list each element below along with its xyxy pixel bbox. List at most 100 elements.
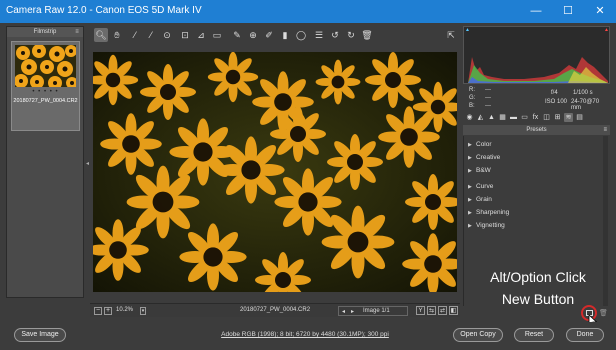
- preferences-tool-icon[interactable]: ☰: [312, 28, 326, 42]
- expand-arrow-icon: ▶: [468, 168, 472, 174]
- g-value: ---: [485, 95, 491, 101]
- toolbar: 🔍︎ ✋︎ ⁄ ⁄ ⊙ ⊡ ⊿ ▭ ✎ ⊕ ✐ ▮ ◯ ☰ ↺ ↻ 🗑︎ ⇱: [90, 26, 460, 44]
- shutter-value: 1/100 s: [573, 90, 593, 96]
- preset-group-color[interactable]: ▶ Color: [468, 139, 598, 150]
- filmstrip-thumbnail[interactable]: • • • • • 20180727_PW_0004.CR2: [11, 41, 80, 131]
- presets-title: Presets: [526, 127, 547, 133]
- hsl-tab-icon[interactable]: ▦: [498, 113, 507, 122]
- trash-tool-icon[interactable]: 🗑︎: [360, 28, 374, 42]
- panel-tabs: ◉ ◭ ▲ ▦ ▬ ▭ fx ◫ ⊞ ≋ ▤: [463, 112, 610, 124]
- preset-group-sharpening[interactable]: ▶ Sharpening: [468, 207, 598, 218]
- basic-tab-icon[interactable]: ◉: [465, 113, 474, 122]
- crop-tool-icon[interactable]: ⊡: [178, 28, 192, 42]
- next-image-icon[interactable]: ▸: [351, 308, 354, 315]
- red-eye-tool-icon[interactable]: ⊕: [246, 28, 260, 42]
- rotate-left-tool-icon[interactable]: ↺: [328, 28, 342, 42]
- camera-info: R: --- G: --- B: --- f/4 1/100 s ISO 100…: [463, 84, 610, 111]
- lens-value: 24-70@70 mm: [571, 99, 600, 111]
- preview-image[interactable]: [93, 52, 457, 292]
- presets-tab-icon[interactable]: ≋: [564, 113, 573, 122]
- workflow-options-link[interactable]: Adobe RGB (1998); 8 bit; 6720 by 4480 (3…: [215, 331, 395, 338]
- filmstrip-menu-icon[interactable]: ≡: [73, 28, 81, 36]
- expand-arrow-icon: ▶: [468, 210, 472, 216]
- annotation-line-1: Alt/Option Click: [490, 269, 586, 285]
- zoom-dropdown-icon[interactable]: ▾: [140, 307, 146, 315]
- presets-scrollbar[interactable]: [603, 136, 608, 306]
- expand-arrow-icon: ▶: [468, 155, 472, 161]
- straighten-tool-icon[interactable]: ⊿: [194, 28, 208, 42]
- white-balance-tool-icon[interactable]: ⁄: [128, 28, 142, 42]
- title-bar: Camera Raw 12.0 - Canon EOS 5D Mark IV —…: [0, 0, 616, 23]
- filmstrip-panel: Filmstrip ≡ • • • • • 20180727_PW_0004.C…: [6, 26, 84, 298]
- transform-tool-icon[interactable]: ▭: [210, 28, 224, 42]
- radial-filter-tool-icon[interactable]: ◯: [294, 28, 308, 42]
- preset-group-grain[interactable]: ▶ Grain: [468, 194, 598, 205]
- preset-group-curve[interactable]: ▶ Curve: [468, 181, 598, 192]
- zoom-in-button[interactable]: +: [104, 307, 112, 315]
- color-sampler-tool-icon[interactable]: ⁄: [144, 28, 158, 42]
- transform-tab-icon[interactable]: ⊞: [553, 113, 562, 122]
- filmstrip-header: Filmstrip: [7, 27, 83, 37]
- expand-arrow-icon: ▶: [468, 197, 472, 203]
- toggle-before-after-icon[interactable]: Y: [416, 306, 425, 315]
- close-button[interactable]: ✕: [584, 0, 616, 23]
- minimize-button[interactable]: —: [520, 0, 552, 23]
- preset-group-vignetting[interactable]: ▶ Vignetting: [468, 220, 598, 231]
- preset-group-creative[interactable]: ▶ Creative: [468, 152, 598, 163]
- highlight-clipping-icon[interactable]: ▲: [604, 28, 609, 33]
- thumbnail-filename: 20180727_PW_0004.CR2: [13, 98, 78, 104]
- snapshots-tab-icon[interactable]: ▤: [575, 113, 584, 122]
- graduated-filter-tool-icon[interactable]: ▮: [278, 28, 292, 42]
- hand-tool-icon[interactable]: ✋︎: [110, 28, 124, 42]
- presets-header: Presets ≡: [463, 125, 610, 135]
- swap-settings-icon[interactable]: ⇆: [427, 306, 436, 315]
- r-value: ---: [485, 87, 491, 93]
- tone-curve-tab-icon[interactable]: ◭: [476, 113, 485, 122]
- current-filename: 20180727_PW_0004.CR2: [240, 307, 311, 313]
- aperture-value: f/4: [551, 90, 558, 96]
- iso-value: ISO 100: [545, 99, 568, 105]
- expand-arrow-icon: ▶: [468, 223, 472, 229]
- copy-settings-icon[interactable]: ⇄: [438, 306, 447, 315]
- calibration-tab-icon[interactable]: ◫: [542, 113, 551, 122]
- zoom-tool-icon[interactable]: 🔍︎: [94, 28, 108, 42]
- preview-status-bar: − + 10.2% ▾ 20180727_PW_0004.CR2 ◂ ▸ Ima…: [90, 303, 460, 317]
- open-copy-button[interactable]: Open Copy: [453, 328, 503, 342]
- r-label: R:: [469, 87, 475, 93]
- effects-tab-icon[interactable]: fx: [531, 113, 540, 122]
- delete-preset-icon[interactable]: 🗑︎: [599, 309, 608, 318]
- bottom-bar: Save Image Adobe RGB (1998); 8 bit; 6720…: [0, 322, 616, 350]
- expand-arrow-icon: ▶: [468, 142, 472, 148]
- g-label: G:: [469, 95, 476, 101]
- targeted-adjustment-tool-icon[interactable]: ⊙: [160, 28, 174, 42]
- b-label: B:: [469, 103, 475, 109]
- window-title: Camera Raw 12.0 - Canon EOS 5D Mark IV: [6, 5, 202, 16]
- b-value: ---: [485, 103, 491, 109]
- image-navigator: ◂ ▸ Image 1/1: [338, 306, 408, 316]
- thumbnail-image: [15, 45, 76, 87]
- detail-tab-icon[interactable]: ▲: [487, 113, 496, 122]
- toggle-settings-icon[interactable]: ◧: [449, 306, 458, 315]
- histogram: ▲ ▲: [463, 26, 610, 84]
- rotate-right-tool-icon[interactable]: ↻: [344, 28, 358, 42]
- preview-area: [90, 46, 460, 300]
- fullscreen-icon[interactable]: ⇱: [444, 28, 458, 42]
- zoom-out-button[interactable]: −: [94, 307, 102, 315]
- presets-menu-icon[interactable]: ≡: [603, 125, 607, 135]
- expand-arrow-icon: ▶: [468, 184, 472, 190]
- shadow-clipping-icon[interactable]: ▲: [465, 28, 470, 33]
- maximize-button[interactable]: ☐: [552, 0, 584, 23]
- prev-image-icon[interactable]: ◂: [342, 308, 345, 315]
- done-button[interactable]: Done: [566, 328, 604, 342]
- annotation-text: Alt/Option Click New Button: [473, 266, 603, 310]
- save-image-button[interactable]: Save Image: [14, 328, 66, 342]
- zoom-level: 10.2%: [116, 307, 134, 313]
- reset-button[interactable]: Reset: [514, 328, 554, 342]
- spot-removal-tool-icon[interactable]: ✎: [230, 28, 244, 42]
- lens-corrections-tab-icon[interactable]: ▭: [520, 113, 529, 122]
- preset-group-bw[interactable]: ▶ B&W: [468, 165, 598, 176]
- image-counter: Image 1/1: [363, 308, 390, 314]
- split-toning-tab-icon[interactable]: ▬: [509, 113, 518, 122]
- thumbnail-rating[interactable]: • • • • •: [12, 89, 79, 95]
- adjustment-brush-tool-icon[interactable]: ✐: [262, 28, 276, 42]
